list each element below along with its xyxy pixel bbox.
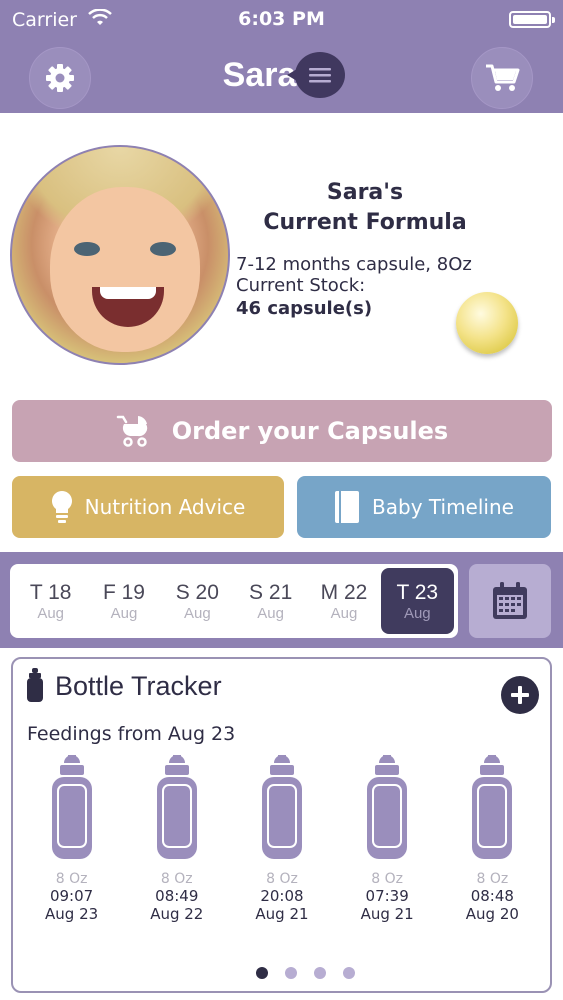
bottle-item[interactable]: 8 Oz 08:48 Aug 20	[440, 753, 544, 923]
baby-timeline-button[interactable]: Baby Timeline	[297, 476, 551, 538]
bottle-list: 8 Oz 09:07 Aug 23 8 Oz 08:49 Aug 22 8 Oz	[19, 753, 545, 923]
bottle-amount: 8 Oz	[55, 871, 88, 887]
bottle-amount: 8 Oz	[476, 871, 509, 887]
bottle-item[interactable]: 8 Oz 08:49 Aug 22	[125, 753, 229, 923]
nutrition-button-label: Nutrition Advice	[84, 495, 246, 519]
date-day: M 22	[320, 580, 368, 604]
bottle-amount: 8 Oz	[371, 871, 404, 887]
menu-button[interactable]	[287, 52, 345, 98]
date-item-t23-selected[interactable]: T 23 Aug	[380, 568, 454, 634]
add-feeding-button[interactable]	[501, 676, 539, 714]
date-item-f19[interactable]: F 19 Aug	[87, 568, 160, 634]
bottle-icon	[156, 755, 197, 859]
cart-button[interactable]	[471, 47, 533, 109]
bottle-time: 09:07	[49, 887, 94, 905]
calendar-icon	[493, 582, 527, 619]
bottle-time: 08:48	[470, 887, 514, 905]
plus-icon	[511, 686, 529, 704]
bottle-icon	[51, 755, 92, 859]
bottle-item[interactable]: 8 Oz 09:07 Aug 23	[20, 753, 124, 923]
date-month: Aug	[37, 604, 65, 622]
cart-icon	[486, 64, 520, 91]
date-strip: T 18 Aug F 19 Aug S 20 Aug S 21 Aug M 22…	[0, 552, 563, 648]
capsule-description: 7-12 months capsule, 8Oz	[236, 254, 472, 275]
formula-title-line1: Sara's	[326, 180, 404, 205]
date-day: S 20	[175, 580, 219, 604]
bottle-date: Aug 22	[150, 905, 204, 923]
capsule-image	[456, 292, 518, 354]
page-indicator[interactable]	[13, 967, 550, 979]
status-time: 6:03 PM	[238, 8, 325, 30]
bottle-icon	[27, 668, 43, 702]
date-month: Aug	[257, 604, 284, 622]
date-month: Aug	[330, 604, 358, 622]
bottle-time: 08:49	[155, 887, 199, 905]
menu-icon	[309, 68, 331, 83]
formula-title-line2: Current Formula	[263, 210, 467, 235]
bottle-date: Aug 23	[45, 905, 99, 923]
page-dot[interactable]	[314, 967, 326, 979]
bottle-date: Aug 21	[255, 905, 309, 923]
stock-label: Current Stock:	[236, 275, 366, 296]
nutrition-advice-button[interactable]: Nutrition Advice	[12, 476, 284, 538]
bottle-icon	[261, 755, 302, 859]
date-month: Aug	[183, 604, 211, 622]
date-item-m22[interactable]: M 22 Aug	[307, 568, 380, 634]
date-month: Aug	[403, 604, 431, 622]
page-dot[interactable]	[343, 967, 355, 979]
app-header: Carrier 6:03 PM Sara	[0, 0, 563, 113]
stock-value: 46 capsule(s)	[236, 298, 373, 319]
date-day: T 18	[29, 580, 72, 604]
page-dot-active[interactable]	[256, 967, 268, 979]
lightbulb-icon	[51, 491, 72, 523]
timeline-button-label: Baby Timeline	[372, 495, 514, 519]
date-day: F 19	[102, 580, 145, 604]
bottle-item[interactable]: 8 Oz 20:08 Aug 21	[230, 753, 334, 923]
battery-icon	[509, 11, 555, 28]
tracker-title: Bottle Tracker	[55, 671, 222, 701]
book-icon	[335, 491, 360, 523]
bottle-icon	[367, 755, 408, 859]
status-bar: Carrier 6:03 PM	[0, 0, 563, 38]
stroller-icon	[116, 415, 147, 447]
bottle-tracker-card: Bottle Tracker Feedings from Aug 23 8 Oz…	[11, 657, 552, 993]
date-item-t18[interactable]: T 18 Aug	[14, 568, 87, 634]
formula-title: Sara's Current Formula	[240, 178, 490, 238]
date-item-s21[interactable]: S 21 Aug	[234, 568, 307, 634]
date-day: S 21	[249, 580, 293, 604]
date-item-s20[interactable]: S 20 Aug	[161, 568, 234, 634]
baby-avatar[interactable]	[10, 145, 230, 365]
bottle-amount: 8 Oz	[266, 871, 298, 887]
date-month: Aug	[110, 604, 138, 622]
date-selector: T 18 Aug F 19 Aug S 20 Aug S 21 Aug M 22…	[10, 564, 458, 638]
bottle-time: 07:39	[365, 887, 409, 905]
bottle-icon	[472, 755, 513, 859]
date-day: T 23	[396, 580, 439, 604]
page-dot[interactable]	[285, 967, 297, 979]
calendar-button[interactable]	[469, 564, 551, 638]
bottle-item[interactable]: 8 Oz 07:39 Aug 21	[335, 753, 439, 923]
feedings-subtitle: Feedings from Aug 23	[27, 723, 236, 745]
order-capsules-button[interactable]: Order your Capsules	[12, 400, 552, 462]
bottle-amount: 8 Oz	[160, 871, 193, 887]
order-button-label: Order your Capsules	[171, 417, 449, 445]
bottle-time: 20:08	[260, 887, 304, 905]
bottle-date: Aug 21	[360, 905, 414, 923]
bottle-date: Aug 20	[465, 905, 519, 923]
